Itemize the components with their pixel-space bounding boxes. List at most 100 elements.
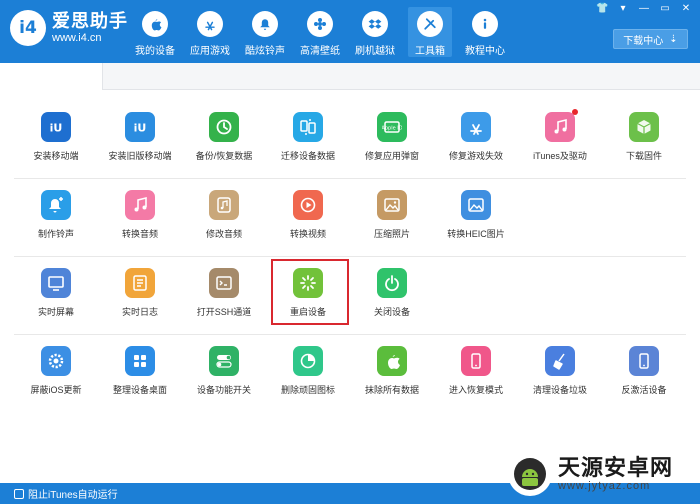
tool-label: 实时屏幕: [37, 307, 74, 317]
apple-icon: [377, 346, 407, 376]
nav-item[interactable]: 我的设备: [133, 7, 177, 57]
tool-label: 备份/恢复数据: [195, 151, 253, 161]
tool-item[interactable]: 下载固件: [602, 101, 686, 179]
tool-item[interactable]: 清理设备垃圾: [518, 335, 602, 413]
menu-icon[interactable]: ▾: [617, 3, 629, 15]
tool-item[interactable]: iU 安装旧版移动端: [98, 101, 182, 179]
tool-item[interactable]: 重启设备: [266, 257, 350, 335]
tool-item[interactable]: 转换音频: [98, 179, 182, 257]
image-convert-icon: [461, 190, 491, 220]
watermark: 天源安卓网 www.jytyaz.com: [500, 444, 700, 504]
tool-item[interactable]: iTunes及驱动: [518, 101, 602, 179]
tool-item[interactable]: 关闭设备: [350, 257, 434, 335]
nav-item-label: 我的设备: [135, 46, 175, 57]
play-icon: [293, 190, 323, 220]
tool-label: 清理设备垃圾: [532, 385, 587, 395]
tool-grid: iU 安装移动端 iU 安装旧版移动端 备份/恢复数据 迁移设备数据 Apple ID 修复应…: [14, 101, 686, 413]
transfer-icon: [293, 112, 323, 142]
tool-label: 修复应用弹窗: [364, 151, 419, 161]
toolbox-panel: iU 安装移动端 iU 安装旧版移动端 备份/恢复数据 迁移设备数据 Apple ID 修复应…: [0, 63, 700, 483]
tool-label: 转换音频: [121, 229, 158, 239]
phone-icon: [629, 346, 659, 376]
nav-item[interactable]: 教程中心: [463, 7, 507, 57]
android-logo-icon: [508, 452, 552, 496]
tool-item[interactable]: 删除顽固图标: [266, 335, 350, 413]
skin-icon[interactable]: 👕: [596, 3, 608, 15]
tool-item[interactable]: 压缩照片: [350, 179, 434, 257]
watermark-url: www.jytyaz.com: [558, 480, 651, 492]
tool-row-2: 制作铃声 转换音频 修改音频 转换视频 压缩照片 转换HEIC图片: [14, 179, 686, 257]
tool-item[interactable]: Apple ID 修复应用弹窗: [350, 101, 434, 179]
tool-item[interactable]: 抹除所有数据: [350, 335, 434, 413]
tool-item[interactable]: 修复游戏失效: [434, 101, 518, 179]
nav-item-label: 应用游戏: [190, 46, 230, 57]
title-bar: i4 爱思助手 www.i4.cn 我的设备 应用游戏 酷炫铃声 高清壁纸 刷机越狱 工具…: [0, 0, 700, 63]
tool-item[interactable]: iU 安装移动端: [14, 101, 98, 179]
bell-add-icon: [41, 190, 71, 220]
tool-label: 设备功能开关: [196, 385, 251, 395]
nav-item-label: 酷炫铃声: [245, 46, 285, 57]
tool-item[interactable]: 修改音频: [182, 179, 266, 257]
nav-item-label: 高清壁纸: [300, 46, 340, 57]
tool-item[interactable]: 屏蔽iOS更新: [14, 335, 98, 413]
log-icon: [125, 268, 155, 298]
nav-item[interactable]: 酷炫铃声: [243, 7, 287, 57]
block-itunes-label: 阻止iTunes自动运行: [28, 490, 118, 501]
tool-label: 转换视频: [289, 229, 326, 239]
tool-label: 迁移设备数据: [280, 151, 335, 161]
tab-strip: [102, 63, 700, 90]
notification-dot: [572, 109, 578, 115]
minimize-icon[interactable]: —: [638, 3, 650, 15]
download-center-label: 下载中心: [623, 35, 664, 47]
appid-icon: Apple ID: [377, 112, 407, 142]
nav-item-label: 教程中心: [465, 46, 505, 57]
tool-item[interactable]: 制作铃声: [14, 179, 98, 257]
music-icon: [125, 190, 155, 220]
toggle-icon: [209, 346, 239, 376]
nav-item[interactable]: 高清壁纸: [298, 7, 342, 57]
clock-icon: [209, 112, 239, 142]
tool-item[interactable]: 备份/恢复数据: [182, 101, 266, 179]
flower-icon: [307, 11, 333, 37]
tool-row-1: iU 安装移动端 iU 安装旧版移动端 备份/恢复数据 迁移设备数据 Apple ID 修复应…: [14, 101, 686, 179]
maximize-icon[interactable]: ▭: [659, 3, 671, 15]
tool-label: 关闭设备: [373, 307, 410, 317]
tool-item[interactable]: 实时屏幕: [14, 257, 98, 335]
cube-icon: [629, 112, 659, 142]
tool-label: 修改音频: [205, 229, 242, 239]
apple-icon: [142, 11, 168, 37]
tool-item[interactable]: 整理设备桌面: [98, 335, 182, 413]
download-center-button[interactable]: 下载中心 ⇣: [613, 29, 688, 49]
tool-label: 转换HEIC图片: [447, 229, 505, 239]
i4-logo-icon: i4: [10, 10, 46, 46]
nav-item[interactable]: 刷机越狱: [353, 7, 397, 57]
i4-icon: iU: [125, 112, 155, 142]
info-icon: [472, 11, 498, 37]
close-icon[interactable]: ✕: [680, 3, 692, 15]
app-store-icon: [197, 11, 223, 37]
tool-label: 安装移动端: [33, 151, 79, 161]
tool-item[interactable]: 打开SSH通道: [182, 257, 266, 335]
svg-text:Apple ID: Apple ID: [382, 126, 402, 132]
tool-item[interactable]: 反激活设备: [602, 335, 686, 413]
nav-item[interactable]: 应用游戏: [188, 7, 232, 57]
tool-item[interactable]: 实时日志: [98, 257, 182, 335]
broom-icon: [545, 346, 575, 376]
tool-item[interactable]: 设备功能开关: [182, 335, 266, 413]
tool-label: 屏蔽iOS更新: [30, 385, 82, 395]
tool-label: 安装旧版移动端: [108, 151, 172, 161]
tools-icon: [417, 11, 443, 37]
window-controls: 👕 ▾ — ▭ ✕: [596, 3, 692, 15]
tool-item[interactable]: 迁移设备数据: [266, 101, 350, 179]
monitor-icon: [41, 268, 71, 298]
download-icon: ⇣: [669, 33, 678, 45]
tool-label: 制作铃声: [37, 229, 74, 239]
tool-label: 下载固件: [625, 151, 662, 161]
block-itunes-checkbox[interactable]: [14, 488, 24, 499]
tool-item[interactable]: 进入恢复模式: [434, 335, 518, 413]
dropbox-icon: [362, 11, 388, 37]
nav-item[interactable]: 工具箱: [408, 7, 452, 57]
tool-label: 修复游戏失效: [448, 151, 503, 161]
tool-item[interactable]: 转换HEIC图片: [434, 179, 518, 257]
tool-item[interactable]: 转换视频: [266, 179, 350, 257]
